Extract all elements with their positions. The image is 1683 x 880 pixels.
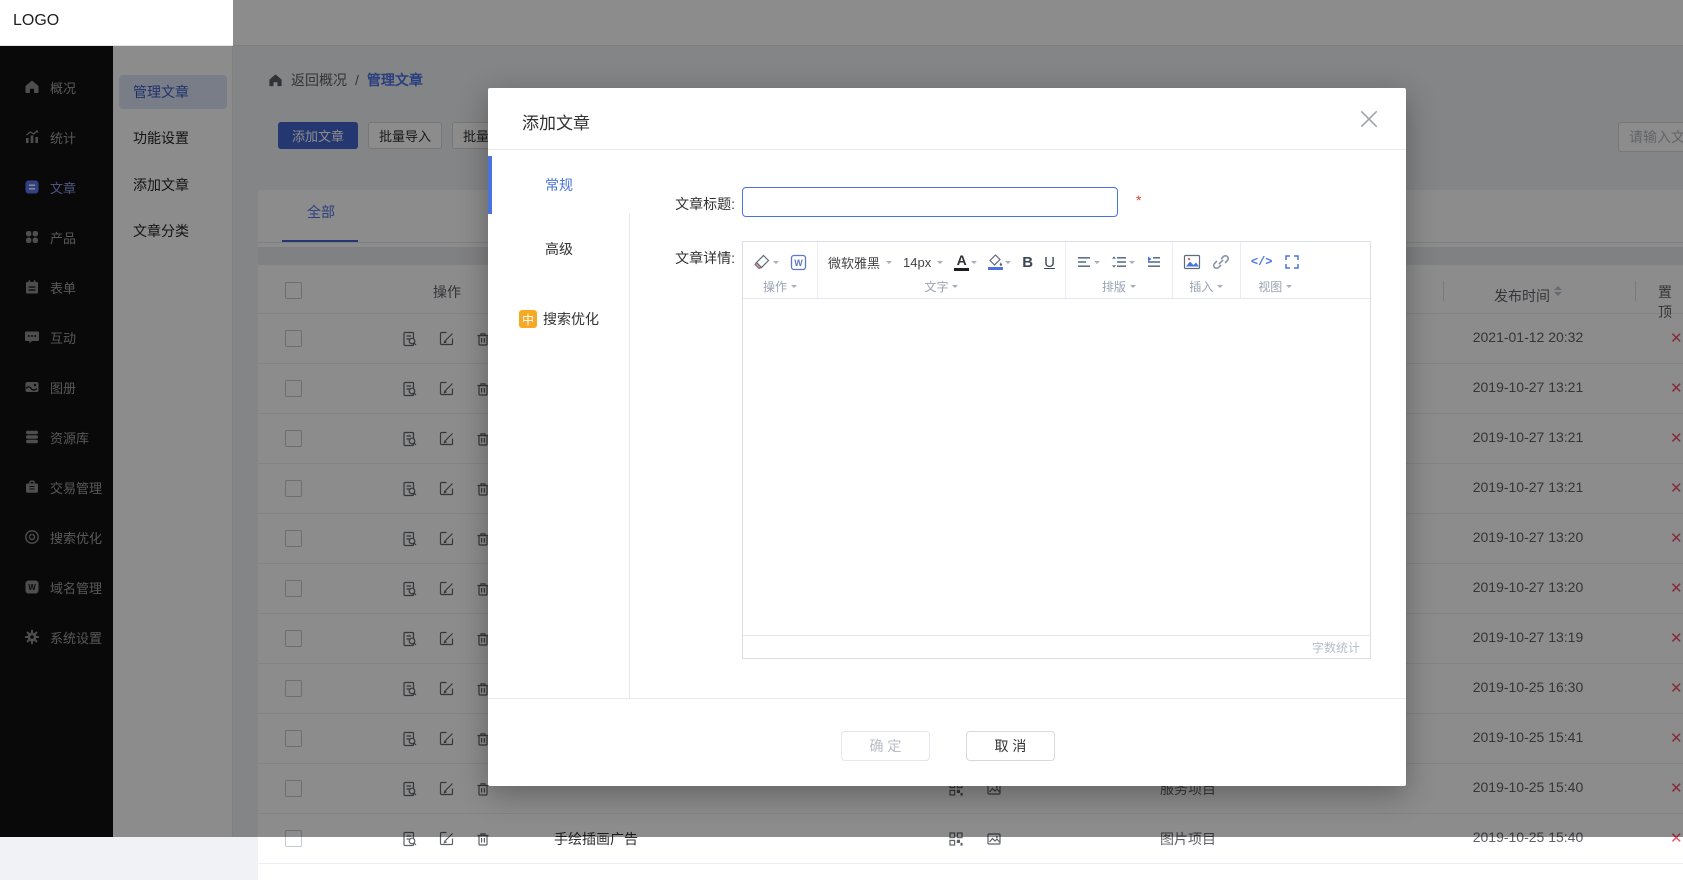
- modal-tab-general[interactable]: 常规: [488, 156, 630, 214]
- logo: LOGO: [13, 12, 59, 30]
- add-article-modal: 添加文章 常规 高级 中 搜索优化 文章标题: * 文章详情: W: [488, 88, 1406, 786]
- required-mark: *: [1136, 192, 1141, 208]
- insert-link-icon[interactable]: [1212, 253, 1230, 271]
- format-clear-icon[interactable]: [753, 253, 779, 271]
- article-title-input[interactable]: [742, 187, 1118, 217]
- modal-title: 添加文章: [522, 109, 590, 134]
- editor-group-actions: W 操作: [743, 242, 818, 298]
- insert-image-icon[interactable]: [1183, 253, 1201, 271]
- editor-content-area[interactable]: [743, 299, 1370, 635]
- group-label-view[interactable]: 视图: [1258, 277, 1292, 295]
- bold-icon[interactable]: B: [1022, 254, 1033, 271]
- align-icon[interactable]: [1076, 254, 1100, 270]
- font-size-select[interactable]: 14px: [903, 255, 943, 270]
- editor-group-view: </> 视图: [1241, 242, 1310, 298]
- font-family-select[interactable]: 微软雅黑: [828, 253, 892, 272]
- cancel-button[interactable]: 取 消: [966, 731, 1055, 761]
- svg-text:W: W: [794, 258, 803, 268]
- modal-tab-advanced[interactable]: 高级: [488, 220, 630, 278]
- confirm-button[interactable]: 确 定: [841, 731, 930, 761]
- line-height-icon[interactable]: [1111, 254, 1135, 270]
- word-count-label[interactable]: 字数统计: [1312, 639, 1360, 656]
- fullscreen-icon[interactable]: [1284, 254, 1300, 270]
- source-code-icon[interactable]: </>: [1251, 255, 1273, 269]
- editor-group-text: 微软雅黑 14px A B U: [818, 242, 1066, 298]
- modal-footer-divider: [488, 698, 1406, 699]
- underline-icon[interactable]: U: [1044, 254, 1055, 271]
- group-label-insert[interactable]: 插入: [1189, 277, 1223, 295]
- indent-icon[interactable]: [1146, 254, 1162, 270]
- highlight-color-icon[interactable]: [988, 254, 1011, 270]
- word-import-icon[interactable]: W: [790, 254, 807, 271]
- modal-header: 添加文章: [488, 88, 1406, 150]
- editor-toolbar: W 操作 微软雅黑 14px A: [743, 242, 1370, 299]
- logo-header: LOGO: [0, 0, 233, 46]
- editor-group-insert: 插入: [1173, 242, 1241, 298]
- group-label-text[interactable]: 文字: [924, 277, 958, 295]
- group-label-layout[interactable]: 排版: [1102, 277, 1136, 295]
- editor-group-layout: 排版: [1066, 242, 1173, 298]
- article-title-label: 文章标题:: [638, 194, 735, 214]
- font-color-icon[interactable]: A: [954, 253, 977, 271]
- close-icon[interactable]: [1360, 110, 1378, 128]
- rich-text-editor: W 操作 微软雅黑 14px A: [742, 241, 1371, 659]
- modal-tab-seo[interactable]: 中 搜索优化: [488, 290, 630, 348]
- article-detail-label: 文章详情:: [638, 248, 735, 268]
- editor-status-bar: 字数统计: [743, 635, 1370, 658]
- group-label-actions[interactable]: 操作: [763, 277, 797, 295]
- tab-rail-border: [629, 214, 630, 698]
- seo-badge: 中: [519, 310, 537, 328]
